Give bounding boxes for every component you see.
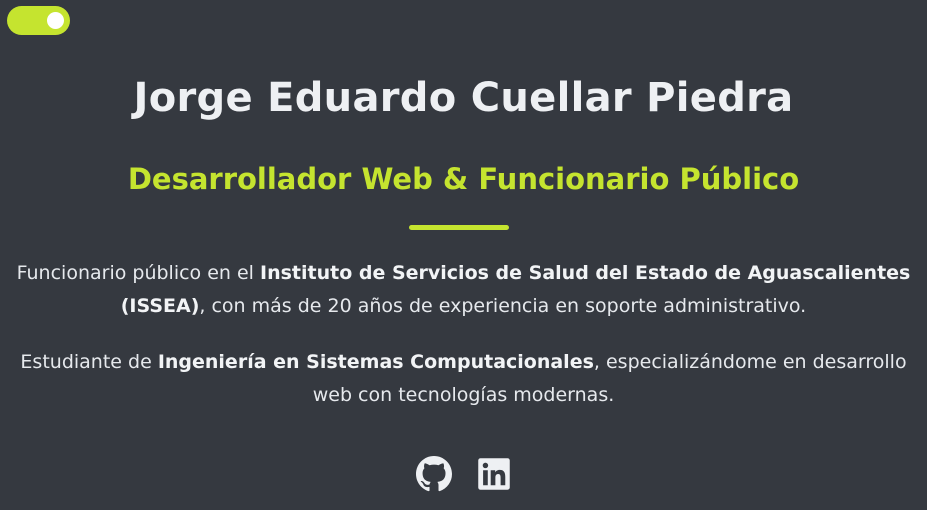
about-highlight: Instituto de Servicios de Salud del Esta… bbox=[260, 262, 911, 284]
linkedin-icon bbox=[477, 458, 510, 490]
about-highlight: (ISSEA) bbox=[120, 295, 200, 317]
page: Jorge Eduardo Cuellar Piedra Desarrollad… bbox=[0, 0, 927, 510]
github-icon bbox=[415, 456, 452, 492]
divider bbox=[409, 225, 509, 230]
toggle-knob bbox=[47, 12, 64, 29]
page-title: Jorge Eduardo Cuellar Piedra bbox=[133, 75, 794, 121]
about-text: , con más de 20 años de experiencia en s… bbox=[199, 295, 807, 317]
subtitle-role: Desarrollador Web & Funcionario Público bbox=[127, 162, 800, 196]
social-links bbox=[0, 456, 927, 492]
about-highlight: Ingeniería en Sistemas Computacionales bbox=[157, 351, 594, 373]
linkedin-link[interactable] bbox=[476, 456, 512, 492]
github-link[interactable] bbox=[415, 456, 452, 492]
about-paragraph-2: Estudiante de Ingeniería en Sistemas Com… bbox=[0, 346, 927, 412]
theme-toggle[interactable] bbox=[7, 6, 70, 35]
about-paragraph-1: Funcionario público en el Instituto de S… bbox=[0, 257, 927, 323]
about-text: Estudiante de bbox=[20, 351, 158, 373]
about-text: Funcionario público en el bbox=[16, 262, 260, 284]
